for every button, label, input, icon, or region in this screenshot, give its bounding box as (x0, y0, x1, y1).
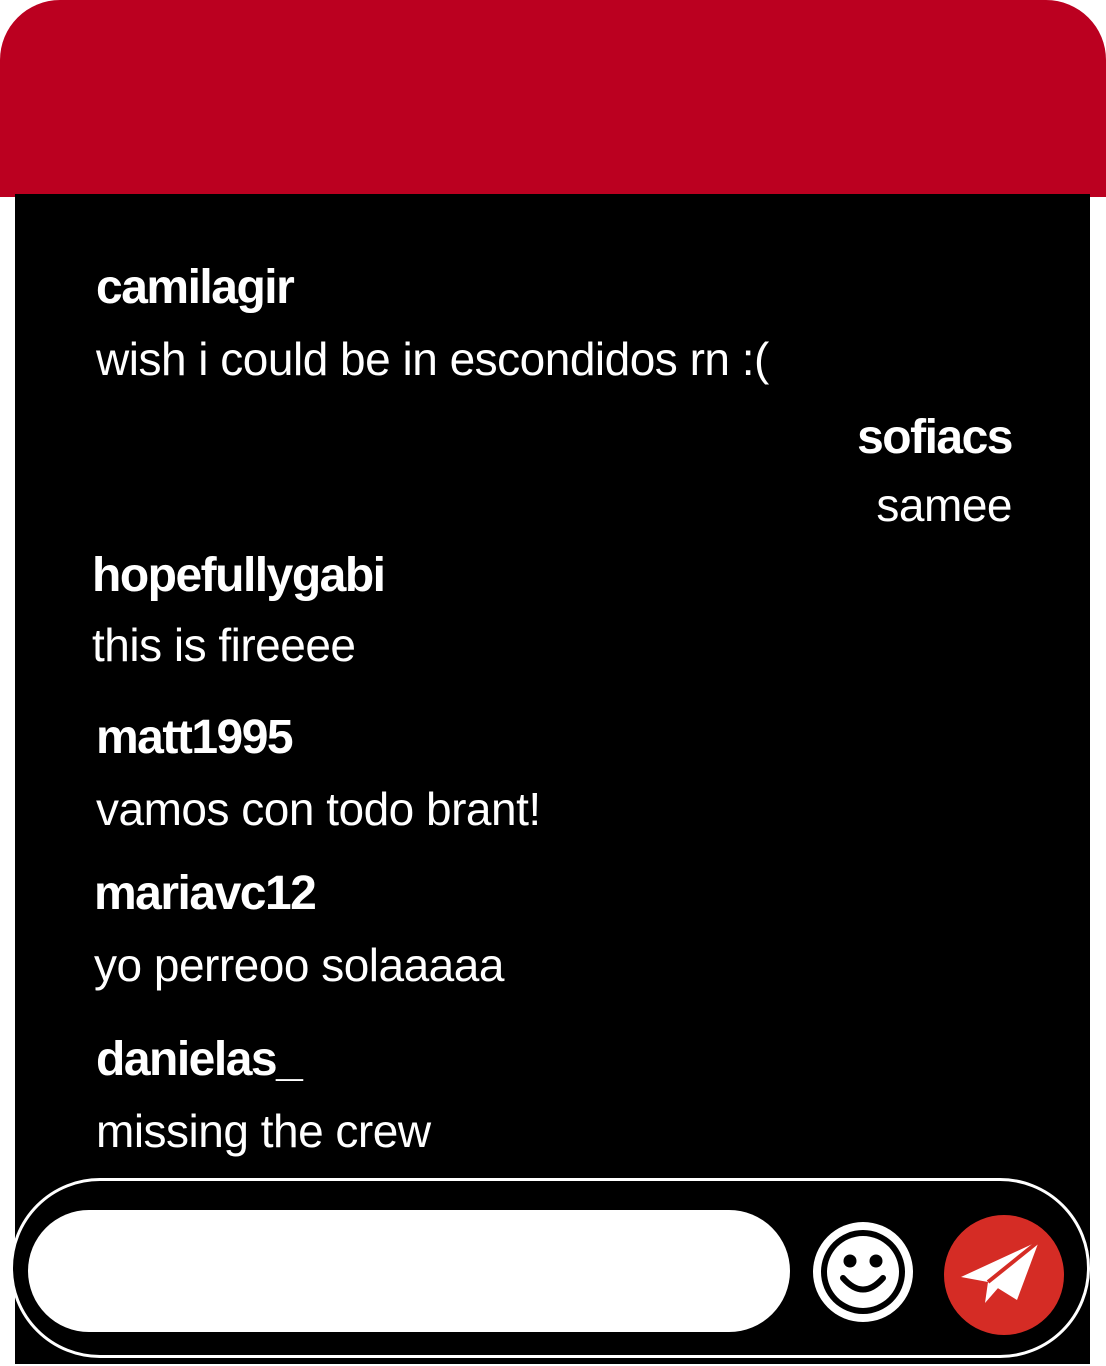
message-text: vamos con todo brant! (96, 783, 541, 835)
message-username: hopefullygabi (92, 549, 386, 602)
chat-header (0, 0, 1106, 197)
message-input[interactable] (28, 1210, 790, 1332)
message-text: this is fireeee (92, 619, 356, 671)
message-username: matt1995 (96, 711, 294, 764)
message-item: hopefullygabi this is fireeee (92, 548, 386, 672)
message-item: camilagir wish i could be in escondidos … (96, 260, 769, 386)
message-username: camilagir (96, 261, 295, 314)
send-button[interactable] (943, 1214, 1065, 1336)
message-username: danielas_ (96, 1033, 303, 1086)
message-item: mariavc12 yo perreoo solaaaaa (94, 866, 504, 992)
paper-plane-icon (944, 1215, 1064, 1335)
message-text: missing the crew (96, 1105, 431, 1157)
emoji-button[interactable] (810, 1219, 916, 1325)
message-text: yo perreoo solaaaaa (94, 939, 504, 991)
message-item-own: sofiacs samee (857, 410, 1013, 532)
smiley-face-icon (813, 1222, 913, 1322)
message-text: wish i could be in escondidos rn :( (96, 333, 769, 385)
message-item: matt1995 vamos con todo brant! (96, 710, 541, 836)
message-text: samee (876, 479, 1012, 531)
message-item: danielas_ missing the crew (96, 1032, 431, 1158)
message-username: sofiacs (857, 411, 1013, 464)
message-username: mariavc12 (94, 867, 317, 920)
